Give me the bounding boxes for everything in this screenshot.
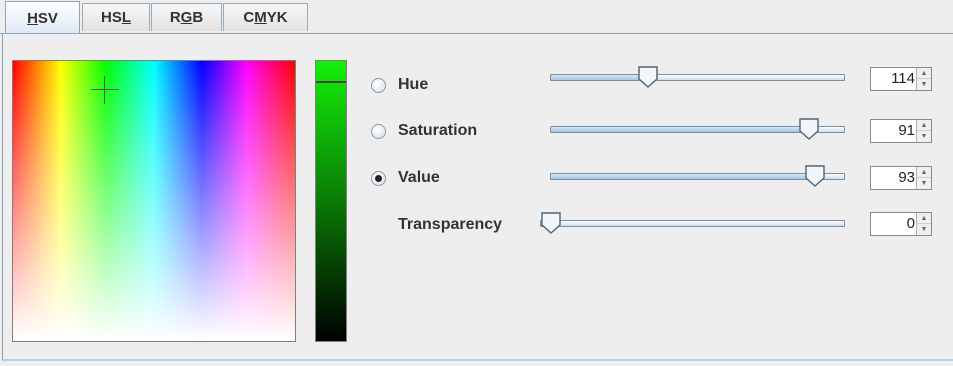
- saturation-value[interactable]: 91: [875, 120, 915, 142]
- transparency-slider-track[interactable]: [540, 220, 845, 227]
- saturation-radio[interactable]: [371, 124, 386, 139]
- hue-increment-icon[interactable]: ▲: [917, 68, 931, 79]
- hue-value[interactable]: 114: [875, 68, 915, 90]
- saturation-fade: [13, 61, 295, 341]
- tab-rgb-mnemonic: G: [180, 9, 193, 26]
- tab-hsv[interactable]: H SV: [5, 1, 80, 35]
- value-increment-icon[interactable]: ▲: [917, 167, 931, 178]
- saturation-slider-thumb[interactable]: [798, 118, 820, 140]
- transparency-label: Transparency: [398, 216, 503, 233]
- value-slider-track[interactable]: [550, 173, 845, 180]
- value-label: Value: [398, 169, 440, 186]
- tab-hsl[interactable]: HS L: [82, 3, 150, 31]
- tab-cmyk-label-pre: C: [243, 9, 255, 26]
- saturation-spinner[interactable]: 91 ▲ ▼: [870, 119, 932, 143]
- value-strip[interactable]: [315, 60, 347, 342]
- value-spinner[interactable]: 93 ▲ ▼: [870, 166, 932, 190]
- transparency-value[interactable]: 0: [875, 213, 915, 235]
- tab-rgb-label-pre: R: [169, 9, 181, 26]
- value-slider-thumb[interactable]: [804, 165, 826, 187]
- hue-radio[interactable]: [371, 78, 386, 93]
- transparency-spinner[interactable]: 0 ▲ ▼: [870, 212, 932, 236]
- saturation-label: Saturation: [398, 122, 478, 139]
- transparency-decrement-icon[interactable]: ▼: [917, 224, 931, 235]
- hue-spinner[interactable]: 114 ▲ ▼: [870, 67, 932, 91]
- crosshair-horizontal: [91, 89, 119, 90]
- tab-cmyk-mnemonic: M: [254, 9, 267, 26]
- transparency-slider-thumb[interactable]: [540, 212, 562, 234]
- value-slider-fill: [551, 174, 816, 179]
- value-value[interactable]: 93: [875, 167, 915, 189]
- value-radio[interactable]: [371, 171, 386, 186]
- value-decrement-icon[interactable]: ▼: [917, 178, 931, 189]
- crosshair-vertical: [104, 76, 105, 104]
- hue-slider-fill: [551, 75, 650, 80]
- tab-cmyk-label-post: YK: [266, 9, 288, 26]
- transparency-increment-icon[interactable]: ▲: [917, 213, 931, 224]
- tab-hsv-mnemonic: H: [27, 10, 38, 27]
- saturation-increment-icon[interactable]: ▲: [917, 120, 931, 131]
- saturation-decrement-icon[interactable]: ▼: [917, 131, 931, 142]
- value-strip-marker[interactable]: [316, 81, 346, 83]
- tab-hsl-mnemonic: L: [121, 9, 131, 26]
- tab-hsl-label-pre: HS: [100, 9, 122, 26]
- tab-bar: H SV HS L RGB C M YK: [0, 0, 953, 35]
- tab-rgb[interactable]: RGB: [151, 3, 222, 31]
- tab-rgb-label-post: B: [192, 9, 204, 26]
- hue-label: Hue: [398, 76, 429, 93]
- hue-slider-track[interactable]: [550, 74, 845, 81]
- hue-saturation-square[interactable]: [12, 60, 296, 342]
- tab-cmyk[interactable]: C M YK: [223, 3, 308, 31]
- tab-hsv-label-post: SV: [37, 10, 58, 27]
- saturation-slider-fill: [551, 127, 811, 132]
- hue-decrement-icon[interactable]: ▼: [917, 79, 931, 90]
- hue-slider-thumb[interactable]: [637, 66, 659, 88]
